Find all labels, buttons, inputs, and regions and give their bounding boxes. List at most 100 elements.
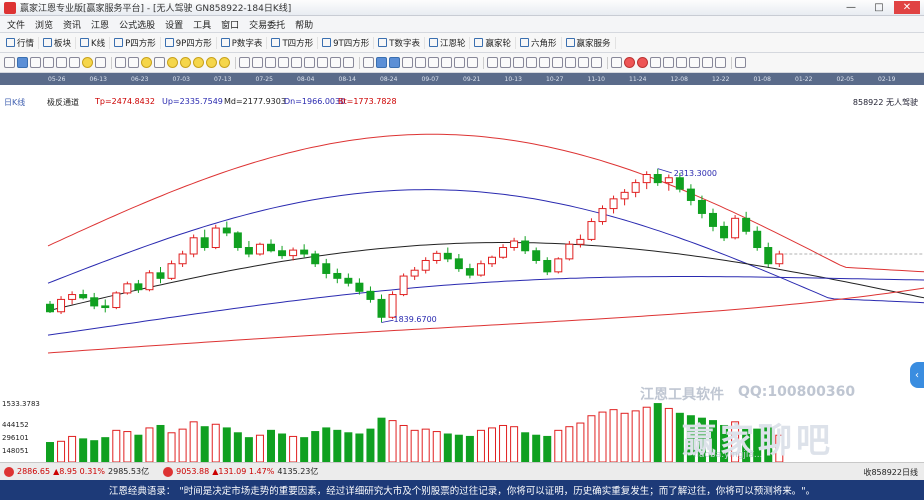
candle-body [620,191,629,200]
main-toolbar: 行情 板块 K线 P四方形 9P四方形 P数字表 T四方形 9T四方形 T数字表 江恩轮 赢家轮 六角… [0,33,924,53]
drawing-tool-icon[interactable] [304,57,315,68]
candle [664,174,673,191]
drawing-tool-icon[interactable] [265,57,276,68]
period-label[interactable]: 日K线 [4,97,25,108]
toolbar-item-7[interactable]: 9T四方形 [318,36,375,49]
drawing-tool-icon[interactable] [82,57,93,68]
drawing-tool-icon[interactable] [689,57,700,68]
volume-bar [609,409,618,462]
menu-item-0[interactable]: 文件 [2,18,30,31]
maximize-button[interactable]: □ [866,1,892,14]
drawing-tool-icon[interactable] [330,57,341,68]
menu-item-1[interactable]: 浏览 [30,18,58,31]
drawing-tool-icon[interactable] [4,57,15,68]
drawing-tool-icon[interactable] [702,57,713,68]
menu-item-5[interactable]: 设置 [160,18,188,31]
menu-item-7[interactable]: 窗口 [216,18,244,31]
drawing-tool-icon[interactable] [154,57,165,68]
candle [731,215,740,240]
drawing-tool-icon[interactable] [454,57,465,68]
toolbar-item-1[interactable]: 板块 [39,36,77,49]
volume-bar [366,428,375,462]
toolbar-item-9[interactable]: 江恩轮 [425,36,471,49]
toolbar-item-5[interactable]: P数字表 [217,36,268,49]
toolbar-item-0[interactable]: 行情 [2,36,40,49]
drawing-tool-icon[interactable] [467,57,478,68]
drawing-tool-icon[interactable] [487,57,498,68]
sz-index-status[interactable]: 9053.88 ▲131.09 1.47% 4135.23亿 [163,466,318,477]
drawing-tool-icon[interactable] [650,57,661,68]
drawing-tool-icon[interactable] [513,57,524,68]
candle-body [355,282,364,292]
toolbar-item-12[interactable]: 赢家服务 [562,36,616,49]
drawing-tool-icon[interactable] [180,57,191,68]
drawing-tool-icon[interactable] [193,57,204,68]
drawing-tool-icon[interactable] [115,57,126,68]
menu-item-9[interactable]: 帮助 [290,18,318,31]
drawing-tool-icon[interactable] [735,57,746,68]
drawing-tool-icon[interactable] [539,57,550,68]
drawing-tool-icon[interactable] [56,57,67,68]
menu-item-8[interactable]: 交易委托 [244,18,290,31]
drawing-tool-icon[interactable] [402,57,413,68]
menu-item-4[interactable]: 公式选股 [114,18,160,31]
drawing-tool-icon[interactable] [128,57,139,68]
drawing-tool-icon[interactable] [343,57,354,68]
drawing-tool-icon[interactable] [30,57,41,68]
drawing-tool-icon[interactable] [219,57,230,68]
drawing-tool-icon[interactable] [291,57,302,68]
drawing-tool-icon[interactable] [363,57,374,68]
menu-item-6[interactable]: 工具 [188,18,216,31]
sh-index-status[interactable]: 2886.65 ▲8.95 0.31% 2985.53亿 [4,466,149,477]
drawing-tool-icon[interactable] [317,57,328,68]
drawing-tool-icon[interactable] [715,57,726,68]
minimize-button[interactable]: — [838,1,864,14]
candle-body [112,292,121,309]
drawing-tool-icon[interactable] [17,57,28,68]
drawing-tool-icon[interactable] [676,57,687,68]
drawing-tool-icon[interactable] [663,57,674,68]
menu-item-2[interactable]: 资讯 [58,18,86,31]
drawing-tool-icon[interactable] [141,57,152,68]
candle [112,291,121,310]
drawing-tool-icon[interactable] [500,57,511,68]
drawing-tool-icon[interactable] [428,57,439,68]
drawing-tool-icon[interactable] [95,57,106,68]
drawing-tool-icon[interactable] [278,57,289,68]
candle-body [289,249,298,257]
drawing-tool-icon[interactable] [591,57,602,68]
drawing-tool-icon[interactable] [637,57,648,68]
volume-bar [167,432,176,462]
drawing-tool-icon[interactable] [239,57,250,68]
toolbar-item-3[interactable]: P四方形 [110,36,161,49]
toolbar-item-4[interactable]: 9P四方形 [161,36,217,49]
candlestick-chart[interactable]: 2313.3000 1839.6700 [0,108,924,400]
drawing-tool-icon[interactable] [43,57,54,68]
drawing-tool-icon[interactable] [578,57,589,68]
drawing-tool-icon[interactable] [206,57,217,68]
drawing-tool-icon[interactable] [167,57,178,68]
drawing-tool-icon[interactable] [565,57,576,68]
candle-body [631,182,640,193]
toolbar-item-8[interactable]: T数字表 [374,36,425,49]
toolbar-item-6[interactable]: T四方形 [267,36,319,49]
drawing-tool-icon[interactable] [552,57,563,68]
drawing-tool-icon[interactable] [441,57,452,68]
drawing-tool-icon[interactable] [252,57,263,68]
candle-body [101,305,110,309]
toolbar-item-2[interactable]: K线 [76,36,111,49]
drawing-tool-icon[interactable] [526,57,537,68]
drawing-tool-icon[interactable] [624,57,635,68]
drawing-tool-icon[interactable] [69,57,80,68]
expand-panel-button[interactable]: ‹ [910,362,924,388]
drawing-tool-icon[interactable] [376,57,387,68]
candle [399,273,408,297]
drawing-tool-icon[interactable] [611,57,622,68]
drawing-tool-icon[interactable] [415,57,426,68]
menu-item-3[interactable]: 江恩 [86,18,114,31]
toolbar-item-11[interactable]: 六角形 [516,36,562,49]
volume-bar [101,437,110,462]
close-button[interactable]: ✕ [894,1,920,14]
drawing-tool-icon[interactable] [389,57,400,68]
toolbar-item-10[interactable]: 赢家轮 [470,36,516,49]
